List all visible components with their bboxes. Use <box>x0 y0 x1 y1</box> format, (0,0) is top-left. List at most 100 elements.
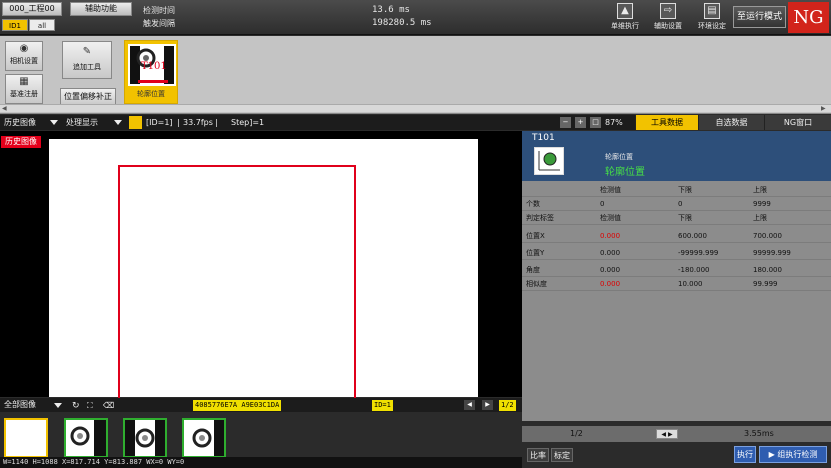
single-run-button[interactable]: ▲ 单维执行 <box>608 3 642 33</box>
execute-all-label: 组执行检测 <box>777 450 818 459</box>
image-page: 1/2 <box>499 400 516 411</box>
row-name: 个数 <box>526 200 540 208</box>
chevron-down-icon[interactable] <box>54 403 62 408</box>
calibration-button[interactable]: ▦ 基准注册 <box>5 74 43 104</box>
trigger-interval-value: 198280.5 ms <box>372 18 432 28</box>
detect-time-value: 13.6 ms <box>372 5 410 15</box>
row-high: 9999 <box>753 200 771 208</box>
row-high: 180.000 <box>753 266 782 274</box>
environment-icon: ▤ <box>704 3 720 19</box>
tool-id: T101 <box>532 133 555 143</box>
col-high: 上限 <box>753 186 767 194</box>
row-value: 0.000 <box>600 232 621 240</box>
thumbnail-item[interactable] <box>64 418 108 458</box>
label-button[interactable]: 标定 <box>551 448 573 462</box>
function-menu-button[interactable]: 辅助功能 <box>70 2 132 16</box>
delete-icon[interactable]: ⌫ <box>103 399 114 413</box>
col-low: 下限 <box>678 186 692 194</box>
detect-time-label: 检测时间 <box>143 6 175 15</box>
camera-settings-button[interactable]: ◉ 相机设置 <box>5 41 43 71</box>
row-low: -99999.999 <box>678 249 719 257</box>
history-dropdown[interactable]: 历史图像 <box>4 117 36 128</box>
compare-button[interactable]: 比率 <box>527 448 549 462</box>
tool-type: 轮廓位置 <box>605 153 633 161</box>
single-run-label: 单维执行 <box>611 22 639 30</box>
processing-dropdown[interactable]: 处理显示 <box>66 117 98 128</box>
step-info: Step]=1 <box>231 118 265 127</box>
toolbar-scrollbar[interactable]: ◀ ▶ <box>0 104 831 112</box>
all-images-dropdown[interactable]: 全部图像 <box>4 399 36 410</box>
next-image-icon[interactable]: ▶ <box>482 400 493 410</box>
row-low: 10.000 <box>678 280 703 288</box>
prev-image-icon[interactable]: ◀ <box>464 400 475 410</box>
project-selector[interactable]: 000_工程00 <box>2 2 62 16</box>
image-toolbar: 历史图像 处理显示 [ID=1] | 33.7fps | Step]=1 <box>0 115 522 130</box>
table-row[interactable]: 相似度 0.000 10.000 99.999 <box>522 277 831 291</box>
contour-position-icon <box>534 147 564 175</box>
row-high: 99.999 <box>753 280 778 288</box>
tool-card-t101[interactable]: T101 轮廓位置 <box>124 40 178 104</box>
aux-settings-button[interactable]: ⇨ 辅助设置 <box>651 3 685 33</box>
tab-custom-data[interactable]: 自选数据 <box>698 115 764 130</box>
zoom-in-icon[interactable]: + <box>575 117 586 128</box>
pager-page: 1/2 <box>570 429 583 438</box>
scroll-left-icon[interactable]: ◀ <box>2 105 7 112</box>
display-mode-icon[interactable] <box>129 116 142 129</box>
camera-settings-label: 相机设置 <box>10 57 38 65</box>
image-hash: 4085776E7A A9E03C1DA <box>193 400 282 411</box>
table-header-row: 检测值 下限 上限 <box>522 183 831 197</box>
register-icon: ▦ <box>19 76 29 87</box>
row-high: 99999.999 <box>753 249 791 257</box>
pager-nav-icon[interactable]: ◀ ▶ <box>656 429 678 439</box>
tab-all[interactable]: all <box>29 19 55 31</box>
row-value: 0 <box>600 200 605 208</box>
environment-button[interactable]: ▤ 环境设定 <box>695 3 729 33</box>
table-pager: 1/2 ◀ ▶ 3.55ms <box>522 426 831 442</box>
row-name: 判定标签 <box>526 214 554 222</box>
row-name: 位置Y <box>526 249 545 257</box>
row-name: 角度 <box>526 266 540 274</box>
aux-settings-icon: ⇨ <box>660 3 676 19</box>
execute-all-button[interactable]: ▶ 组执行检测 <box>759 446 827 463</box>
row-low: -180.000 <box>678 266 710 274</box>
single-run-icon: ▲ <box>617 3 633 19</box>
tab-ng-window[interactable]: NG窗口 <box>764 115 831 130</box>
trigger-interval-label: 触发间隔 <box>143 19 175 28</box>
fps-separator: | <box>215 118 218 127</box>
chevron-down-icon[interactable] <box>50 120 58 125</box>
run-mode-button[interactable]: 至运行模式 <box>733 6 786 28</box>
scroll-right-icon[interactable]: ▶ <box>821 105 826 112</box>
fit-icon[interactable]: □ <box>590 117 601 128</box>
row-low: 600.000 <box>678 232 707 240</box>
table-row[interactable]: 个数 0 0 9999 <box>522 197 831 211</box>
thumbnail-item[interactable] <box>123 418 167 458</box>
table-row[interactable]: 角度 0.000 -180.000 180.000 <box>522 263 831 277</box>
roi-rectangle[interactable] <box>118 165 356 400</box>
history-badge: 历史图像 <box>1 136 41 148</box>
row-name: 位置X <box>526 232 545 240</box>
zoom-out-icon[interactable]: − <box>560 117 571 128</box>
add-tool-icon: ✎ <box>82 46 92 57</box>
fullscreen-icon[interactable]: ⛶ <box>87 399 93 413</box>
chevron-down-icon[interactable] <box>114 120 122 125</box>
image-id: ID=1 <box>372 400 393 411</box>
tab-tool-data[interactable]: 工具数据 <box>635 115 698 130</box>
row-value: 0.000 <box>600 266 621 274</box>
add-tool-button[interactable]: ✎ 追加工具 <box>62 41 112 79</box>
refresh-icon[interactable]: ↻ <box>72 399 80 413</box>
execute-button[interactable]: 执行 <box>734 446 756 463</box>
table-row[interactable]: 判定标签 检测值 下限 上限 <box>522 211 831 225</box>
row-value: 0.000 <box>600 249 621 257</box>
table-row[interactable]: 位置Y 0.000 -99999.999 99999.999 <box>522 246 831 260</box>
thumbnail-item[interactable] <box>4 418 48 458</box>
tab-id1[interactable]: ID1 <box>2 19 28 31</box>
tool-card-id: T101 <box>141 61 167 72</box>
thumbnail-item[interactable] <box>182 418 226 458</box>
table-row[interactable]: 位置X 0.000 600.000 700.000 <box>522 229 831 243</box>
tool-name: 轮廓位置 <box>605 167 645 178</box>
coordinate-status: W=1140 H=1088 X=817.714 Y=813.887 WX=0 W… <box>0 457 522 468</box>
image-sub-toolbar: 全部图像 ↻ ⛶ ⌫ 4085776E7A A9E03C1DA ID=1 ◀ ▶… <box>0 398 522 412</box>
tool-header <box>522 131 831 181</box>
fps-value: 33.7fps <box>183 118 213 127</box>
aux-settings-label: 辅助设置 <box>654 22 682 30</box>
